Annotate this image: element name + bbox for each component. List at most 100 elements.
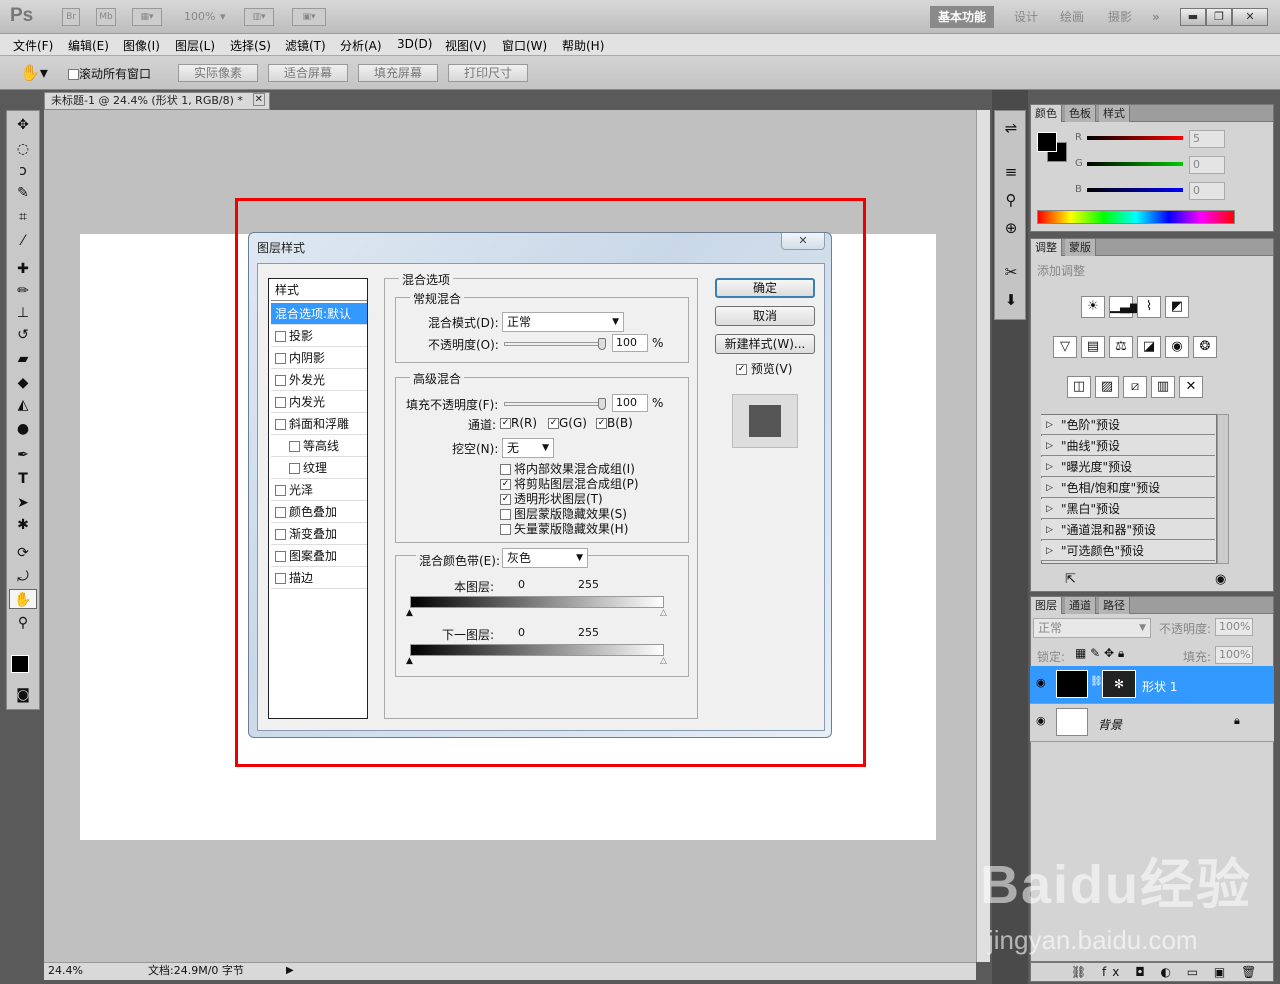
workspace-painting[interactable]: 绘画	[1052, 6, 1092, 28]
this-layer-black-handle-icon[interactable]: ▲	[406, 608, 413, 618]
tab-paths[interactable]: 路径	[1099, 597, 1130, 614]
menu-filter[interactable]: 滤镜(T)	[285, 37, 326, 54]
foreground-color-swatch[interactable]	[1037, 132, 1057, 152]
style-item[interactable]: 等高线	[271, 435, 367, 457]
black-white-icon[interactable]: ◪	[1137, 336, 1161, 358]
b-value[interactable]: 0	[1189, 182, 1225, 200]
adjustment-preset-item[interactable]: ▷ "色阶"预设	[1041, 415, 1215, 435]
levels-icon[interactable]: ▁▃▅	[1109, 296, 1140, 318]
zoom-level[interactable]: 100%	[184, 10, 215, 23]
hand-tool-icon[interactable]: ✋	[9, 589, 37, 609]
tab-channels[interactable]: 通道	[1065, 597, 1096, 614]
menu-window[interactable]: 窗口(W)	[502, 37, 547, 54]
color-balance-icon[interactable]: ⚖	[1109, 336, 1133, 358]
fill-opacity-input[interactable]: 100	[612, 394, 648, 412]
style-item[interactable]: 渐变叠加	[271, 523, 367, 545]
foreground-color-swatch[interactable]	[11, 655, 29, 673]
eraser-tool-icon[interactable]: ▰	[9, 349, 37, 369]
checkbox[interactable]	[275, 529, 286, 540]
invert-icon[interactable]: ◫	[1067, 376, 1091, 398]
channel-mixer-icon[interactable]: ❂	[1193, 336, 1217, 358]
checkbox[interactable]	[275, 397, 286, 408]
brightness-icon[interactable]: ☀	[1081, 296, 1105, 318]
3d-orbit-tool-icon[interactable]: ⤾	[9, 567, 37, 587]
r-slider[interactable]	[1087, 136, 1183, 140]
underlying-black-handle-icon[interactable]: ▲	[406, 656, 413, 666]
curves-icon[interactable]: ⌇	[1137, 296, 1161, 318]
blend-mode-select[interactable]: 正常 ▼	[502, 312, 624, 332]
checkbox[interactable]	[275, 507, 286, 518]
style-item[interactable]: 颜色叠加	[271, 501, 367, 523]
tab-adjustments[interactable]: 调整	[1031, 239, 1062, 256]
actual-pixels-button[interactable]: 实际像素	[178, 64, 258, 82]
new-style-button[interactable]: 新建样式(W)...	[715, 334, 815, 354]
eyedropper-tool-icon[interactable]: ⁄	[9, 231, 37, 251]
posterize-icon[interactable]: ▨	[1095, 376, 1119, 398]
close-icon[interactable]: ✕	[1232, 8, 1268, 26]
threshold-icon[interactable]: ⧄	[1123, 376, 1147, 398]
print-size-button[interactable]: 打印尺寸	[448, 64, 528, 82]
checkbox[interactable]	[275, 485, 286, 496]
expand-arrow-icon[interactable]: ▷	[1046, 415, 1053, 435]
quick-mask-icon[interactable]: ◙	[9, 685, 37, 705]
mini-bridge-button[interactable]: Mb	[96, 8, 116, 26]
checkbox[interactable]	[289, 441, 300, 452]
g-slider[interactable]	[1087, 162, 1183, 166]
checkbox[interactable]	[289, 463, 300, 474]
adjustment-preset-item[interactable]: ▷ "可选颜色"预设	[1041, 541, 1215, 561]
document-tab[interactable]: 未标题-1 @ 24.4% (形状 1, RGB/8) * ✕	[44, 92, 270, 110]
checkbox[interactable]: ✓	[500, 494, 511, 505]
tab-layers[interactable]: 图层	[1031, 597, 1062, 614]
expand-arrow-icon[interactable]: ▷	[1046, 478, 1053, 498]
clone-source-icon[interactable]: ⊕	[999, 219, 1023, 241]
style-item[interactable]: 外发光	[271, 369, 367, 391]
fit-screen-button[interactable]: 适合屏幕	[268, 64, 348, 82]
advanced-option-checkbox[interactable]: 矢量蒙版隐藏效果(H)	[500, 520, 628, 537]
selective-color-icon[interactable]: ✕	[1179, 376, 1203, 398]
checkbox[interactable]: ✓	[500, 479, 511, 490]
channel-b-checkbox[interactable]: ✓ B(B)	[596, 416, 633, 430]
knockout-select[interactable]: 无 ▼	[502, 438, 554, 458]
zoom-readout[interactable]: 24.4%	[48, 963, 83, 979]
lock-icons[interactable]: ▦ ✎ ✥ 🔒︎	[1075, 646, 1124, 661]
menu-image[interactable]: 图像(I)	[123, 37, 160, 54]
underlying-white-handle-icon[interactable]: △	[660, 656, 667, 666]
menu-analysis[interactable]: 分析(A)	[340, 37, 382, 54]
style-item[interactable]: 投影	[271, 325, 367, 347]
tool-presets-icon[interactable]: ⚲	[999, 191, 1023, 213]
3d-rotate-tool-icon[interactable]: ⟳	[9, 543, 37, 563]
eye-icon[interactable]: ◉	[1036, 714, 1046, 727]
close-document-icon[interactable]: ✕	[252, 93, 265, 106]
cancel-button[interactable]: 取消	[715, 306, 815, 326]
this-layer-gradient[interactable]	[410, 596, 664, 608]
channel-r-checkbox[interactable]: ✓ R(R)	[500, 416, 537, 430]
history-panel-icon[interactable]: ⇌	[999, 119, 1023, 141]
scroll-all-windows-checkbox[interactable]: 滚动所有窗口	[68, 65, 151, 82]
pen-tool-icon[interactable]: ✒	[9, 445, 37, 465]
style-item[interactable]: 纹理	[271, 457, 367, 479]
exposure-icon[interactable]: ◩	[1165, 296, 1189, 318]
menu-select[interactable]: 选择(S)	[230, 37, 271, 54]
workspace-design[interactable]: 设计	[1006, 6, 1046, 28]
checkbox[interactable]	[275, 419, 286, 430]
preview-checkbox[interactable]: ✓ 预览(V)	[736, 360, 792, 377]
layer-fill-input[interactable]: 100%	[1215, 646, 1253, 664]
checkbox[interactable]: ✓	[548, 418, 559, 429]
brush-presets-icon[interactable]: ⬇	[999, 291, 1023, 313]
dialog-close-icon[interactable]: ✕	[781, 233, 825, 250]
expand-arrow-icon[interactable]: ▷	[1046, 541, 1053, 561]
checkbox[interactable]	[68, 69, 79, 80]
clip-to-layer-icon[interactable]: ◉	[1215, 572, 1226, 587]
eye-icon[interactable]: ◉	[1036, 676, 1046, 689]
style-item[interactable]: 内阴影	[271, 347, 367, 369]
marquee-tool-icon[interactable]: ◌	[9, 139, 37, 159]
tab-styles[interactable]: 样式	[1099, 105, 1130, 122]
opacity-slider[interactable]	[504, 342, 606, 346]
photo-filter-icon[interactable]: ◉	[1165, 336, 1189, 358]
b-slider[interactable]	[1087, 188, 1183, 192]
g-value[interactable]: 0	[1189, 156, 1225, 174]
menu-layer[interactable]: 图层(L)	[175, 37, 215, 54]
underlying-gradient[interactable]	[410, 644, 664, 656]
tab-color[interactable]: 颜色	[1031, 105, 1062, 122]
expand-arrow-icon[interactable]: ▷	[1046, 457, 1053, 477]
